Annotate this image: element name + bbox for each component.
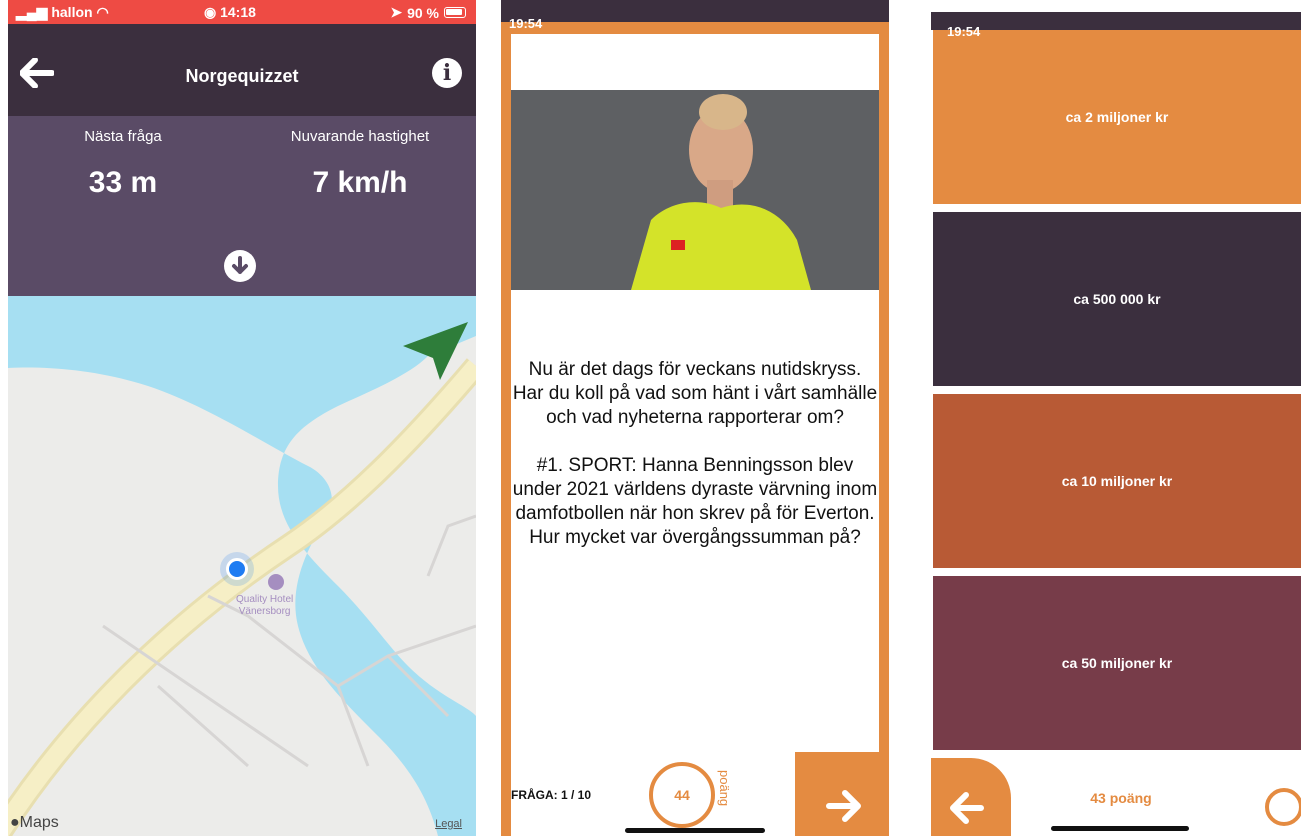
home-indicator bbox=[625, 828, 765, 833]
status-bar: 19:54 bbox=[509, 16, 543, 31]
info-icon[interactable]: i bbox=[432, 58, 462, 88]
top-strip bbox=[501, 0, 889, 22]
answers-screen: ca 2 miljoner kr 19:54 ca 500 000 kr ca … bbox=[931, 0, 1301, 836]
status-time: 19:54 bbox=[947, 24, 981, 39]
question-intro: Nu är det dags för veckans nutidskryss. … bbox=[512, 359, 878, 428]
navigation-arrow-icon: ➤ bbox=[390, 4, 403, 20]
page-title: Norgequizzet bbox=[185, 66, 299, 86]
answer-option-4[interactable]: ca 50 miljoner kr bbox=[933, 576, 1301, 750]
current-location-dot bbox=[226, 558, 248, 580]
battery-icon bbox=[444, 7, 466, 18]
apple-logo-icon: ● bbox=[10, 814, 20, 831]
question-body: #1. SPORT: Hanna Benningsson blev under … bbox=[512, 455, 878, 548]
expand-down-icon[interactable] bbox=[224, 250, 256, 282]
score-label: 43 poäng bbox=[1090, 790, 1152, 806]
map-view[interactable]: Quality Hotel Vänersborg ●Maps Legal bbox=[8, 296, 476, 836]
status-time: ◉ 14:18 bbox=[204, 4, 256, 20]
next-question-distance: 33 m bbox=[88, 166, 158, 199]
answer-option-3[interactable]: ca 10 miljoner kr bbox=[933, 394, 1301, 568]
answers-footer: 43 poäng bbox=[931, 752, 1301, 836]
question-photo bbox=[511, 90, 879, 290]
back-arrow-icon bbox=[950, 792, 984, 824]
score-ring: 44 bbox=[649, 762, 715, 828]
next-question-label: Nästa fråga bbox=[84, 128, 162, 145]
wifi-icon: ◠ bbox=[96, 4, 109, 20]
current-speed-label: Nuvarande hastighet bbox=[290, 128, 430, 145]
answer-option-1[interactable]: ca 2 miljoner kr bbox=[933, 30, 1301, 204]
score-ring bbox=[1265, 788, 1301, 826]
poi-label: Quality Hotel Vänersborg bbox=[236, 594, 294, 617]
location-icon: ◉ bbox=[204, 4, 217, 20]
stats-panel: Nästa fråga 33 m Nuvarande hastighet 7 k… bbox=[8, 116, 476, 296]
next-button[interactable] bbox=[795, 752, 889, 836]
question-progress: FRÅGA: 1 / 10 bbox=[511, 788, 592, 802]
maps-attribution: ●Maps bbox=[10, 814, 59, 831]
hotel-poi-icon[interactable] bbox=[268, 574, 284, 590]
current-speed-value: 7 km/h bbox=[312, 166, 408, 199]
nav-bar: Norgequizzet i bbox=[8, 24, 476, 116]
signal-icon: ▂▄▆ bbox=[16, 4, 48, 20]
question-screen: 19:54 Nu är det dags för veckans nutidsk… bbox=[501, 0, 889, 836]
status-bar: ▂▄▆ hallon ◠ ◉ 14:18 ➤ 90 % bbox=[8, 0, 476, 24]
quiz-map-screen: ▂▄▆ hallon ◠ ◉ 14:18 ➤ 90 % Norgequizzet… bbox=[8, 0, 476, 836]
legal-link[interactable]: Legal bbox=[435, 818, 462, 830]
back-button[interactable] bbox=[931, 758, 1011, 836]
score-unit-label: poäng bbox=[717, 770, 732, 807]
top-strip bbox=[931, 12, 1301, 30]
answer-option-2[interactable]: ca 500 000 kr bbox=[933, 212, 1301, 386]
question-text: Nu är det dags för veckans nutidskryss. … bbox=[511, 358, 879, 574]
question-footer: FRÅGA: 1 / 10 44 poäng bbox=[501, 752, 889, 836]
battery-percent: 90 % bbox=[407, 4, 439, 21]
next-arrow-icon bbox=[826, 790, 861, 822]
home-indicator bbox=[1051, 826, 1189, 831]
carrier-label: ▂▄▆ hallon ◠ bbox=[16, 4, 109, 20]
